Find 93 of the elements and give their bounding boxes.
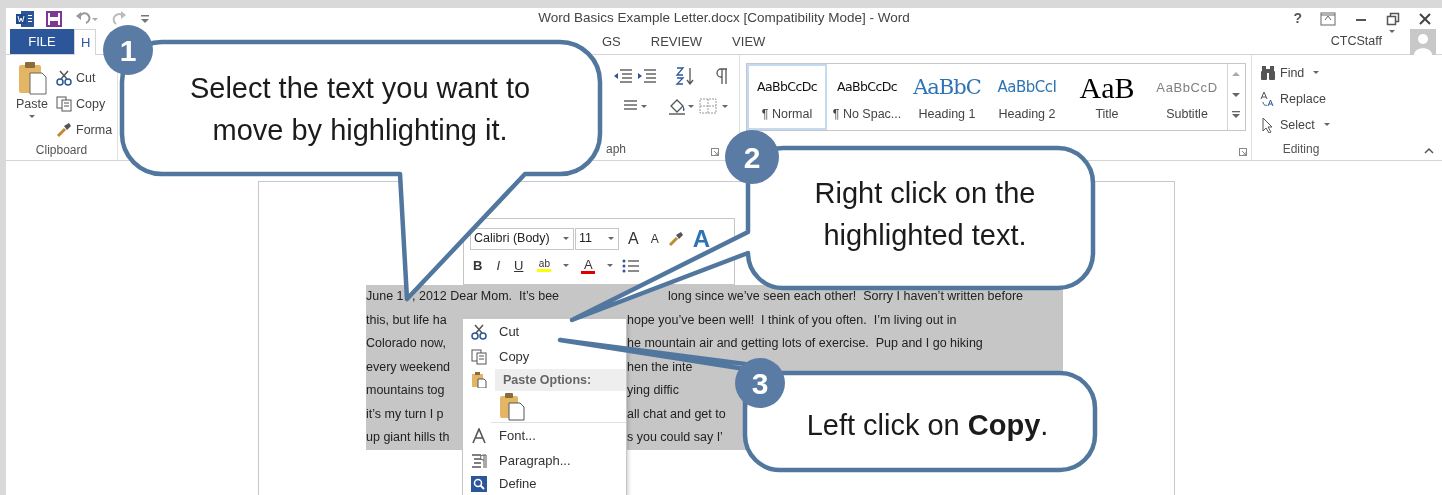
menu-item[interactable]: Cut: [463, 319, 626, 344]
close-icon[interactable]: [1418, 11, 1432, 26]
ribbon-tab[interactable]: H: [74, 29, 96, 55]
restore-icon[interactable]: [1386, 11, 1400, 26]
word-app-icon[interactable]: [16, 10, 34, 27]
font-name-field[interactable]: Calibri (Body): [470, 227, 574, 250]
font-icon: [471, 427, 487, 444]
document-text: Colorado now,: [366, 335, 446, 352]
copy-icon: [56, 96, 72, 112]
redo-icon[interactable]: [112, 10, 128, 27]
dialog-launcher-icon[interactable]: [1239, 148, 1247, 156]
replace-icon: [1260, 91, 1276, 107]
menu-item[interactable]: Font...: [463, 423, 626, 448]
binoculars-icon: [1260, 65, 1276, 81]
scissors-icon: [56, 70, 72, 86]
document-text: it’s my turn I p: [366, 405, 444, 423]
document-text: June 1: [366, 288, 404, 305]
group-label: Editing: [1281, 141, 1321, 158]
document-text: , 2012 Dear Mom. It’s bee: [412, 288, 560, 305]
menu-item[interactable]: Paragraph...: [463, 448, 626, 473]
swatch-icon: [581, 270, 596, 274]
document-text: this, but life ha: [366, 311, 447, 329]
ribbon-command[interactable]: Find: [1260, 61, 1331, 85]
callout-text: Right click on the highlighted text.: [813, 176, 1037, 253]
swatch-icon: [537, 269, 552, 272]
menu-section-header: Paste Options:: [495, 369, 626, 391]
copy-icon: [471, 348, 487, 365]
document-text: ying diffic: [627, 382, 679, 399]
caret-icon: [607, 235, 615, 242]
caret-icon: [562, 235, 570, 242]
bullets-icon[interactable]: [622, 258, 641, 273]
document-text: up giant hills th: [366, 429, 450, 446]
user-name[interactable]: CTCStaff: [1330, 32, 1382, 51]
format-button[interactable]: B: [470, 259, 486, 272]
undo-icon[interactable]: [74, 10, 100, 27]
save-icon[interactable]: [46, 10, 62, 27]
document-text: all chat and get to: [627, 405, 726, 423]
group-label: aph: [606, 141, 627, 158]
clipboard-icon: [471, 372, 487, 388]
ribbon-command[interactable]: Forma: [56, 119, 113, 141]
document-text: s you could say I’: [627, 429, 723, 446]
caret-icon: [1322, 122, 1331, 128]
ribbon-tab[interactable]: VIEW: [717, 29, 781, 54]
styles-button[interactable]: A: [689, 226, 714, 251]
line-spacing-icon[interactable]: [623, 99, 649, 113]
grow-font-button[interactable]: A: [625, 230, 642, 247]
paintbrush-icon: [56, 122, 72, 138]
ribbon-display-icon[interactable]: [1320, 11, 1336, 26]
document-text: long since we’ve seen each other! Sorry I haven’t written before: [668, 288, 1024, 305]
file-tab[interactable]: FILE: [10, 29, 74, 54]
document-text: hen the inte: [627, 358, 693, 376]
format-button[interactable]: U: [511, 259, 527, 272]
font-size-field[interactable]: 11: [575, 227, 619, 250]
shrink-font-button[interactable]: A: [647, 232, 662, 245]
ribbon-command[interactable]: Copy: [56, 93, 113, 115]
caret-icon[interactable]: [1388, 29, 1396, 35]
paste-option-icon[interactable]: [499, 392, 525, 421]
ribbon-tab[interactable]: REVIEW: [635, 29, 718, 54]
caret-icon[interactable]: [562, 262, 571, 269]
menu-item[interactable]: Define: [463, 473, 626, 495]
font-color-button[interactable]: A: [578, 257, 599, 274]
menu-item[interactable]: Copy: [463, 344, 626, 369]
collapse-ribbon-icon[interactable]: [1424, 147, 1434, 154]
help-button[interactable]: ?: [1293, 8, 1302, 29]
customize-caret-icon[interactable]: [140, 13, 150, 24]
scissors-icon: [471, 323, 487, 340]
window-title: Word Basics Example Letter.docx [Compatibility Mode] - Word: [538, 9, 910, 28]
pilcrow-icon[interactable]: [715, 67, 729, 85]
paintbrush-icon[interactable]: [667, 230, 684, 247]
callout-text: Select the text you want to move by highlighting it.: [188, 71, 532, 148]
callout-text: Left click on Copy.: [805, 408, 1050, 443]
caret-icon: [28, 113, 36, 120]
highlight-button[interactable]: ab: [534, 259, 555, 272]
dictionary-icon: [471, 476, 487, 492]
decrease-indent-icon[interactable]: [613, 69, 633, 83]
style-option[interactable]: AaBbCcDc ¶ Normal: [747, 64, 827, 130]
document-text: he mountain air and getting lots of exercise. Pup and I go hiking: [627, 335, 983, 352]
dialog-launcher-icon[interactable]: [711, 148, 719, 156]
paragraph-icon: [471, 452, 487, 469]
clipboard-icon: [17, 61, 47, 95]
ribbon-command[interactable]: Replace: [1260, 87, 1331, 111]
increase-indent-icon[interactable]: [637, 69, 657, 83]
group-label: Clipboard: [34, 142, 89, 159]
paste-button[interactable]: Paste: [12, 61, 52, 141]
shading-icon[interactable]: [667, 97, 695, 115]
ribbon-command[interactable]: Select: [1260, 113, 1331, 137]
caret-icon[interactable]: [606, 262, 615, 269]
document-text: hope you’ve been well! I think of you often. I’m living out in: [627, 311, 957, 329]
format-button[interactable]: I: [493, 259, 503, 272]
document-text: every weekend: [366, 358, 451, 376]
caret-icon: [1312, 70, 1321, 76]
ribbon-tab[interactable]: GS: [601, 29, 636, 54]
document-text: mountains tog: [366, 382, 445, 399]
